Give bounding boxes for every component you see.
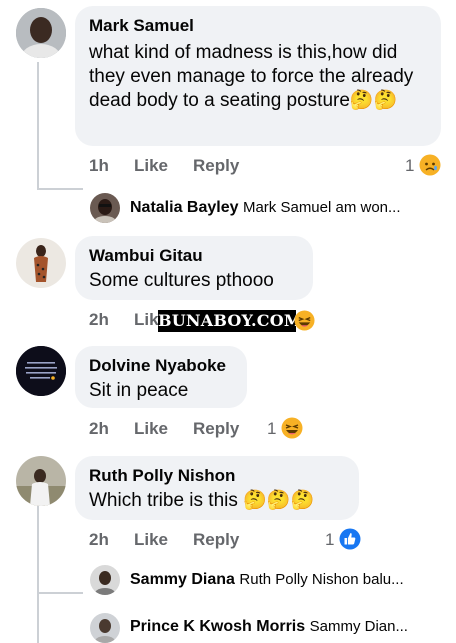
comment-time: 2h (89, 530, 109, 549)
reply-button[interactable]: Reply (193, 530, 239, 550)
like-button[interactable]: Like (134, 530, 168, 550)
reaction-count: 1 (267, 419, 277, 438)
comment-author[interactable]: Dolvine Nyaboke (89, 355, 233, 377)
comment-bubble: Dolvine Nyaboke Sit in peace (75, 346, 247, 408)
reply-snippet: Sammy Dian... (309, 618, 408, 635)
avatar[interactable] (16, 346, 66, 396)
like-thumb-icon[interactable] (339, 528, 361, 550)
comment-bubble: Wambui Gitau Some cultures pthooo (75, 236, 313, 300)
thread-line (37, 62, 39, 190)
reaction-count: 1 (325, 530, 335, 549)
comment-text: Which tribe is this 🤔🤔🤔 (89, 490, 315, 511)
laughing-face-icon[interactable] (281, 417, 303, 439)
reply-author[interactable]: Sammy Diana (130, 571, 235, 588)
sad-face-icon[interactable] (419, 154, 441, 176)
comment-author[interactable]: Wambui Gitau (89, 245, 299, 267)
avatar[interactable] (90, 613, 120, 643)
reply-preview[interactable]: Natalia Bayley Mark Samuel am won... (130, 197, 401, 219)
reply-preview[interactable]: Sammy Diana Ruth Polly Nishon balu... (130, 569, 404, 591)
avatar[interactable] (16, 8, 66, 58)
comment-text: what kind of madness is this,how did the… (89, 42, 414, 111)
reply-author[interactable]: Prince K Kwosh Morris (130, 618, 305, 635)
like-button[interactable]: Like (134, 419, 168, 439)
reply-author[interactable]: Natalia Bayley (130, 199, 239, 216)
reply-button[interactable]: Reply (193, 419, 239, 439)
reply-snippet: Mark Samuel am won... (242, 199, 401, 216)
avatar[interactable] (16, 456, 66, 506)
comment-text: Some cultures pthooo (89, 270, 274, 291)
avatar[interactable] (90, 193, 120, 223)
reaction-count: 1 (405, 156, 415, 175)
comment-author[interactable]: Mark Samuel (89, 15, 427, 37)
comment-time: 2h (89, 419, 109, 438)
avatar[interactable] (90, 565, 120, 595)
comment-bubble: Ruth Polly Nishon Which tribe is this 🤔🤔… (75, 456, 359, 520)
laughing-face-icon[interactable] (294, 310, 315, 331)
avatar[interactable] (16, 238, 66, 288)
reply-button[interactable]: Reply (193, 156, 239, 176)
thread-line (37, 188, 83, 190)
like-button[interactable]: Lik (134, 310, 159, 330)
comment-time: 2h (89, 310, 109, 329)
like-button[interactable]: Like (134, 156, 168, 176)
thread-line (37, 506, 39, 643)
thread-line (37, 592, 83, 594)
comment-bubble: Mark Samuel what kind of madness is this… (75, 6, 441, 146)
watermark: BUNABOY.COM (158, 310, 302, 332)
reply-preview[interactable]: Prince K Kwosh Morris Sammy Dian... (130, 616, 408, 638)
reply-snippet: Ruth Polly Nishon balu... (239, 571, 404, 588)
comment-text: Sit in peace (89, 380, 189, 401)
comment-author[interactable]: Ruth Polly Nishon (89, 465, 345, 487)
comment-time: 1h (89, 156, 109, 175)
